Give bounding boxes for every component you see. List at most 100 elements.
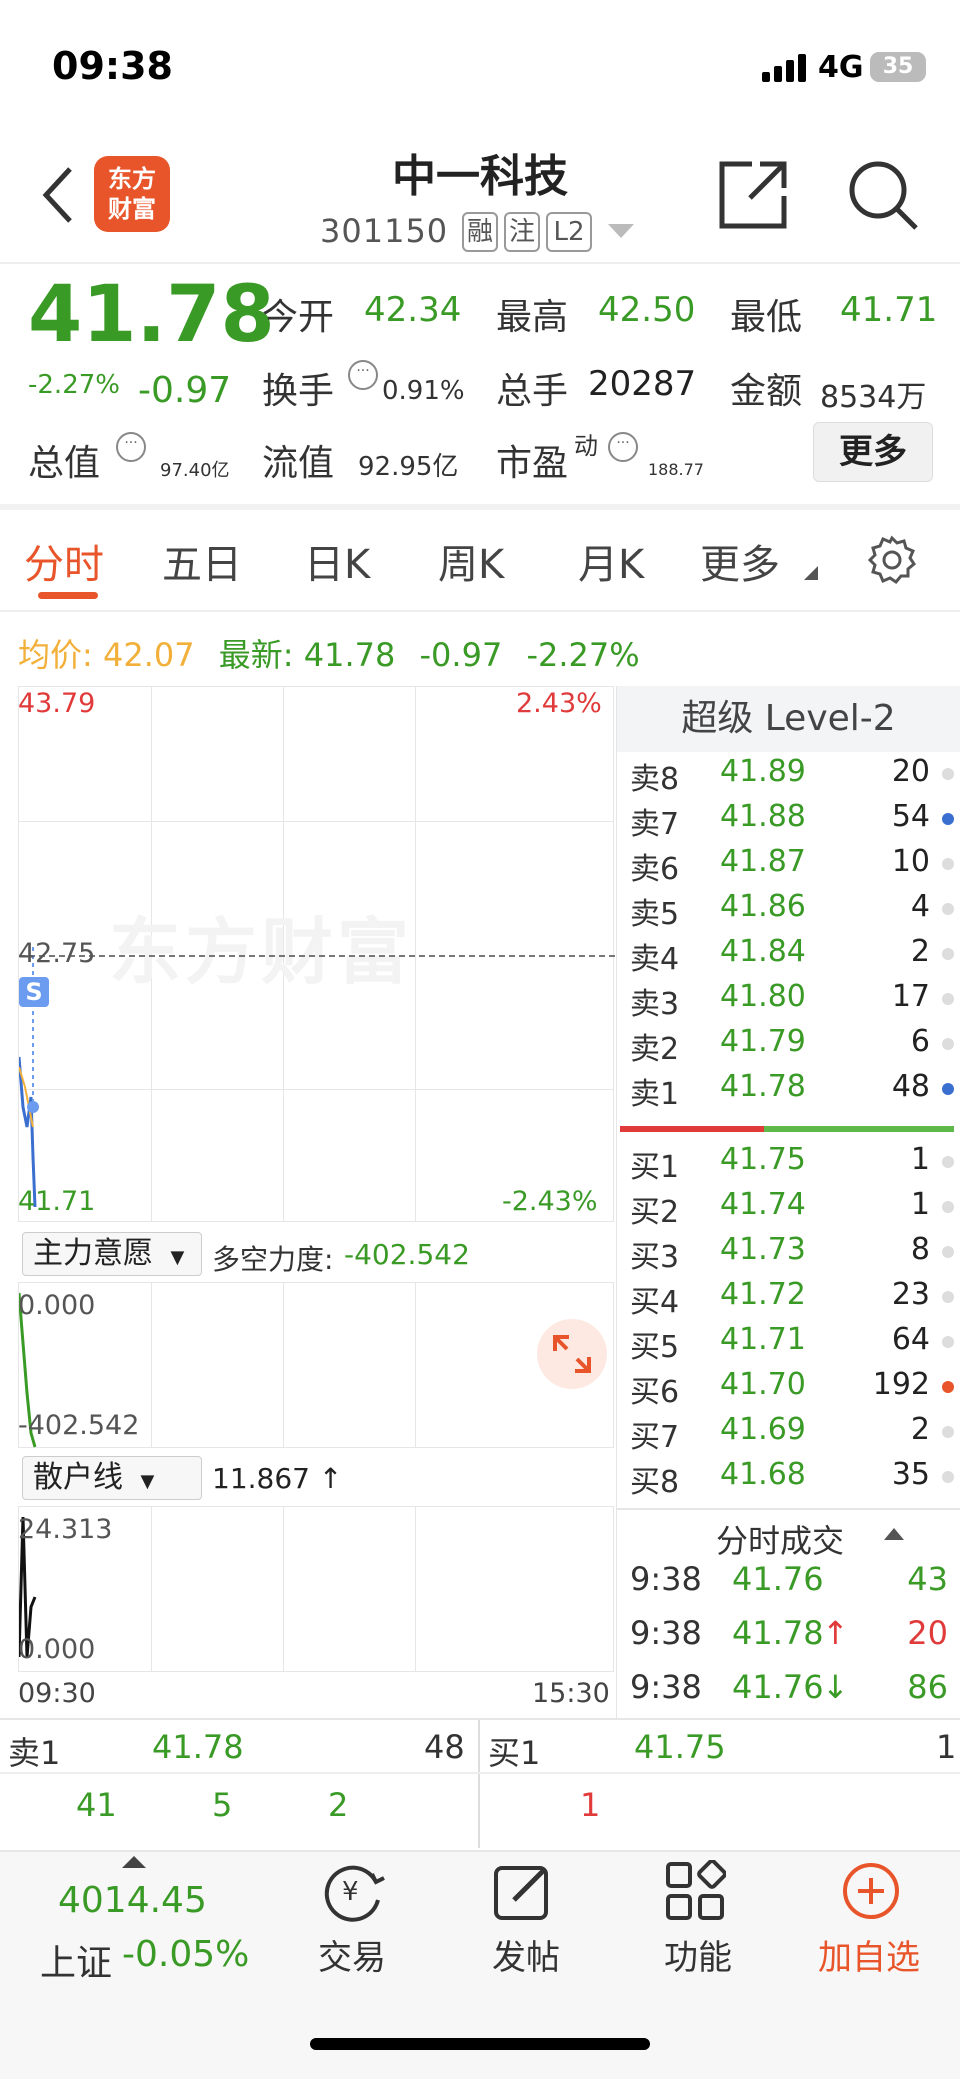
indicator1-label: 多空力度: [212, 1243, 334, 1276]
bid-volume: 2 [910, 1412, 930, 1447]
tab-monthly-k[interactable]: 月K [578, 532, 644, 590]
ask-volume: 17 [891, 979, 930, 1014]
more-dots-icon[interactable]: ··· [348, 360, 378, 390]
nav-post[interactable]: 发帖 [492, 1860, 560, 1979]
chart-bottom-percent: -2.43% [502, 1186, 598, 1217]
dropdown-triangle-icon: ▼ [140, 1471, 155, 1492]
edit-icon [494, 1866, 548, 1920]
sell-signal-marker[interactable]: S [19, 977, 49, 1007]
more-dots-icon[interactable]: ··· [116, 432, 146, 462]
bid-price: 41.73 [720, 1232, 806, 1267]
intraday-chart[interactable]: 东方财富 S [18, 686, 615, 1222]
ask-row[interactable]: 卖2 41.79 6 [616, 1024, 960, 1069]
tab-five-day[interactable]: 五日 [162, 532, 242, 590]
order-dot-icon [942, 1083, 954, 1095]
collapse-triangle-icon[interactable] [884, 1528, 904, 1540]
tab-more[interactable]: 更多 [700, 532, 780, 590]
chart-end-time: 15:30 [532, 1678, 610, 1709]
order-dot-icon [942, 1471, 954, 1483]
index-value[interactable]: 4014.45 [58, 1880, 207, 1921]
indicator1-top: 0.000 [18, 1290, 96, 1321]
indicator2-select[interactable]: 散户线 ▼ [22, 1456, 202, 1500]
divider [0, 504, 960, 510]
bid-volume: 1 [910, 1142, 930, 1177]
nav-functions[interactable]: 功能 [664, 1859, 732, 1979]
trade-row: 9:38 41.78 ↑ 20 [616, 1614, 960, 1664]
trades-title[interactable]: 分时成交 [716, 1516, 844, 1562]
expand-button[interactable] [537, 1319, 607, 1389]
strip-bid-price: 41.75 [634, 1728, 726, 1766]
ask-row[interactable]: 卖3 41.80 17 [616, 979, 960, 1024]
tab-weekly-k[interactable]: 周K [438, 532, 504, 590]
bid-price: 41.72 [720, 1277, 806, 1312]
gear-icon[interactable] [866, 534, 918, 586]
bid-row[interactable]: 买8 41.68 35 [616, 1457, 960, 1502]
tab-daily-k[interactable]: 日K [304, 532, 370, 590]
divider [0, 610, 960, 612]
bid-level-label: 买8 [630, 1465, 680, 1500]
ask-row[interactable]: 卖6 41.87 10 [616, 844, 960, 889]
bid-volume: 8 [910, 1232, 930, 1267]
dropdown-triangle-icon[interactable] [608, 224, 634, 238]
ask-level-label: 卖3 [630, 987, 680, 1022]
share-icon[interactable] [716, 158, 790, 232]
avg-label: 均价: [18, 636, 93, 674]
latest-value: 41.78 [303, 636, 396, 674]
ask-row[interactable]: 卖5 41.86 4 [616, 889, 960, 934]
trade-row: 9:38 41.76 43 [616, 1560, 960, 1610]
bid-price: 41.71 [720, 1322, 806, 1357]
ask-price: 41.80 [720, 979, 806, 1014]
trade-direction-arrow: ↓ [822, 1668, 849, 1706]
nav-trade-label: 交易 [318, 1938, 386, 1978]
bid-row[interactable]: 买2 41.74 1 [616, 1187, 960, 1232]
nav-add-watchlist[interactable]: 加自选 [818, 1860, 920, 1979]
bid-level-label: 买2 [630, 1195, 680, 1230]
bid-row[interactable]: 买4 41.72 23 [616, 1277, 960, 1322]
bid-level-label: 买3 [630, 1240, 680, 1275]
bid-row[interactable]: 买1 41.75 1 [616, 1142, 960, 1187]
indicator2-name: 散户线 [33, 1460, 123, 1495]
ask-price: 41.87 [720, 844, 806, 879]
ask-detail-order: 2 [328, 1786, 349, 1824]
chart-top-percent: 2.43% [516, 688, 602, 719]
dropdown-triangle-icon: ▼ [170, 1247, 185, 1268]
ask-row[interactable]: 卖1 41.78 48 [616, 1069, 960, 1114]
indicator1-name: 主力意愿 [33, 1236, 153, 1271]
order-dot-icon [942, 903, 954, 915]
turnover-value: 0.91% [382, 376, 465, 406]
trade-price: 41.76 [732, 1560, 824, 1598]
bid-volume: 35 [891, 1457, 930, 1492]
bid-row[interactable]: 买5 41.71 64 [616, 1322, 960, 1367]
ask-list: 卖8 41.89 20 卖7 41.88 54 卖6 41.87 10 卖5 41.86 4 卖4 41.… [616, 754, 960, 1118]
active-tab-indicator [38, 592, 98, 599]
tab-intraday[interactable]: 分时 [24, 532, 104, 590]
indicator1-select[interactable]: 主力意愿 ▼ [22, 1232, 202, 1276]
order-dot-icon [942, 1201, 954, 1213]
more-button[interactable]: 更多 [813, 422, 933, 482]
bid-row[interactable]: 买6 41.70 192 [616, 1367, 960, 1412]
ask-row[interactable]: 卖7 41.88 54 [616, 799, 960, 844]
home-indicator[interactable] [310, 2038, 650, 2050]
more-dots-icon[interactable]: ··· [608, 432, 638, 462]
indicator2-value: 11.867 ↑ [212, 1462, 343, 1495]
ask-price: 41.89 [720, 754, 806, 789]
bid-level-label: 买1 [630, 1150, 680, 1185]
chart-top-price: 43.79 [18, 688, 96, 719]
index-name[interactable]: 上证 [40, 1934, 112, 1986]
pe-label: 市盈 [496, 443, 569, 484]
ask-price: 41.88 [720, 799, 806, 834]
nav-post-label: 发帖 [492, 1938, 560, 1978]
latest-label: 最新: [218, 636, 294, 674]
ask-level-label: 卖8 [630, 762, 680, 797]
index-expand-triangle-icon[interactable] [122, 1856, 146, 1868]
bid-price: 41.70 [720, 1367, 806, 1402]
ask-row[interactable]: 卖4 41.84 2 [616, 934, 960, 979]
nav-trade[interactable]: ¥ 交易 [318, 1860, 386, 1979]
index-percent[interactable]: -0.05% [122, 1934, 249, 1975]
bid-row[interactable]: 买3 41.73 8 [616, 1232, 960, 1277]
search-icon[interactable] [846, 158, 920, 232]
svg-text:¥: ¥ [342, 1877, 359, 1907]
bid-row[interactable]: 买7 41.69 2 [616, 1412, 960, 1457]
ask-row[interactable]: 卖8 41.89 20 [616, 754, 960, 799]
market-cap-label: 总值 [28, 443, 101, 484]
